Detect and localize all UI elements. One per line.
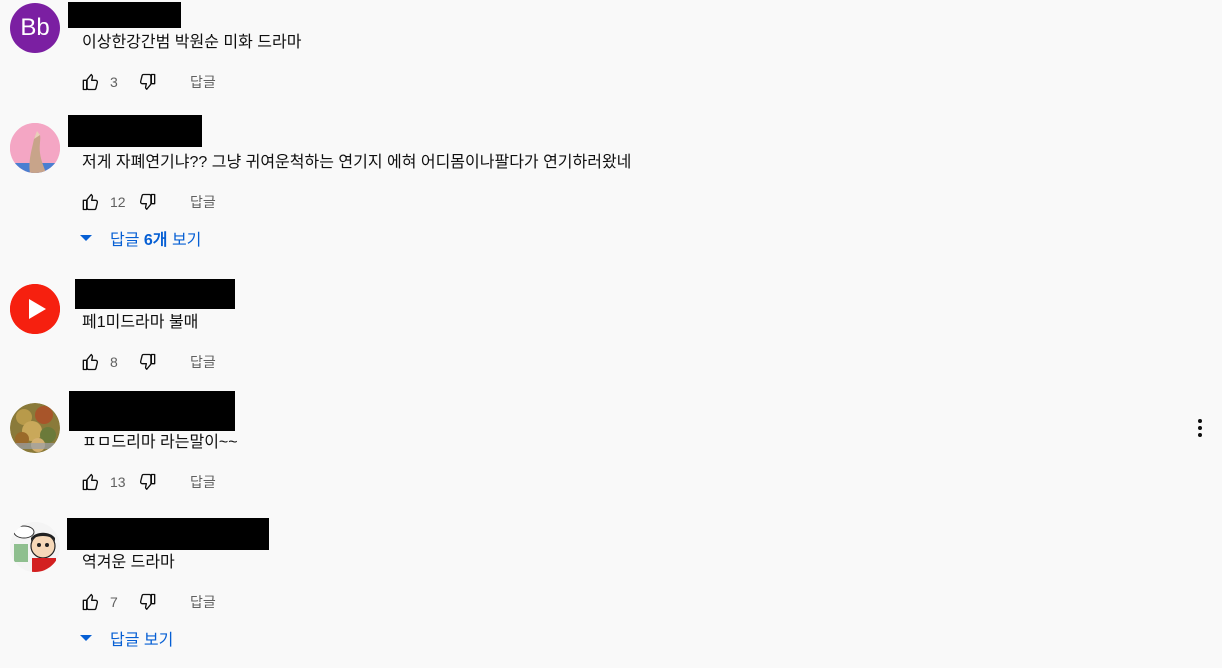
comment-text: 저게 자폐연기냐?? 그냥 귀여운척하는 연기지 에혀 어디몸이나팔다가 연기하… [82, 154, 632, 171]
avatar[interactable] [10, 403, 60, 453]
thumb-down-icon[interactable] [138, 72, 158, 92]
like-count: 8 [110, 354, 118, 370]
reply-button[interactable]: 답글 [190, 352, 216, 372]
comment-text: 이상한강간범 박원순 미화 드라마 [82, 34, 302, 51]
view-replies-prefix: 답글 [110, 232, 144, 249]
thumb-down-icon[interactable] [138, 472, 158, 492]
reply-button[interactable]: 답글 [190, 192, 216, 212]
kebab-dot [1198, 419, 1202, 423]
kebab-dot [1198, 433, 1202, 437]
arrow-drop-down-icon [80, 235, 92, 241]
thumb-up-icon[interactable] [80, 192, 100, 212]
arrow-drop-down-icon [80, 635, 92, 641]
kebab-dot [1198, 426, 1202, 430]
thumb-down-icon[interactable] [138, 592, 158, 612]
author-name-redacted[interactable] [75, 279, 235, 309]
view-replies-count: 6개 [143, 232, 168, 249]
comment-text: ㅍㅁ드리마 라는말이~~ [82, 434, 238, 451]
comment-text: 역겨운 드라마 [82, 554, 175, 571]
thumb-up-icon[interactable] [80, 472, 100, 492]
avatar[interactable]: Bb [10, 3, 60, 53]
avatar[interactable] [10, 284, 60, 334]
thumb-up-icon[interactable] [80, 72, 100, 92]
avatar-initials: Bb [20, 14, 50, 41]
avatar[interactable] [10, 522, 60, 572]
comment-actions: 13 답글 [80, 470, 216, 494]
view-replies-label: 답글 보기 [110, 632, 174, 649]
like-count: 7 [110, 594, 118, 610]
comment-text: 페1미드라마 불매 [82, 314, 199, 331]
like-count: 12 [110, 194, 126, 210]
comment-actions: 8 답글 [80, 350, 216, 374]
like-count: 13 [110, 474, 126, 490]
thumb-up-icon[interactable] [80, 592, 100, 612]
thumb-down-icon[interactable] [138, 352, 158, 372]
comment-actions: 3 답글 [80, 70, 216, 94]
thumb-up-icon[interactable] [80, 352, 100, 372]
author-name-redacted[interactable] [69, 391, 235, 431]
comment-actions: 7 답글 [80, 590, 216, 614]
view-replies-suffix: 보기 [167, 232, 202, 249]
thumb-down-icon[interactable] [138, 192, 158, 212]
view-replies-button[interactable]: 답글 보기 [78, 626, 173, 650]
author-name-redacted[interactable] [67, 518, 269, 550]
comment-actions: 12 답글 [80, 190, 216, 214]
author-name-redacted[interactable] [68, 115, 202, 147]
reply-button[interactable]: 답글 [190, 472, 216, 492]
reply-button[interactable]: 답글 [190, 592, 216, 612]
reply-button[interactable]: 답글 [190, 72, 216, 92]
author-name-redacted[interactable] [68, 2, 181, 28]
like-count: 3 [110, 74, 118, 90]
more-vert-icon[interactable] [1190, 416, 1210, 440]
view-replies-button[interactable]: 답글 6개 보기 [78, 226, 201, 250]
avatar[interactable] [10, 123, 60, 173]
